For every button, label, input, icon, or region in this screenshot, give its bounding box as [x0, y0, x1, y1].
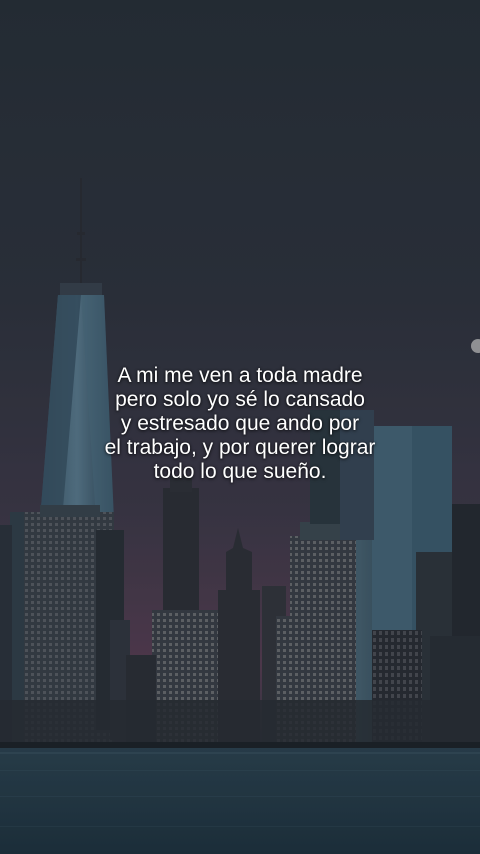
- caption-line-5: todo lo que sueño.: [153, 460, 327, 483]
- quote-caption: A mi me ven a toda madre pero solo yo sé…: [40, 364, 440, 484]
- caption-line-4: el trabajo, y por querer lograr: [104, 436, 376, 459]
- caption-line-2: pero solo yo sé lo cansado: [115, 388, 365, 411]
- background-photo: A mi me ven a toda madre pero solo yo sé…: [0, 0, 480, 854]
- caption-line-1: A mi me ven a toda madre: [117, 364, 363, 387]
- caption-line-3: y estresado que ando por: [120, 412, 360, 435]
